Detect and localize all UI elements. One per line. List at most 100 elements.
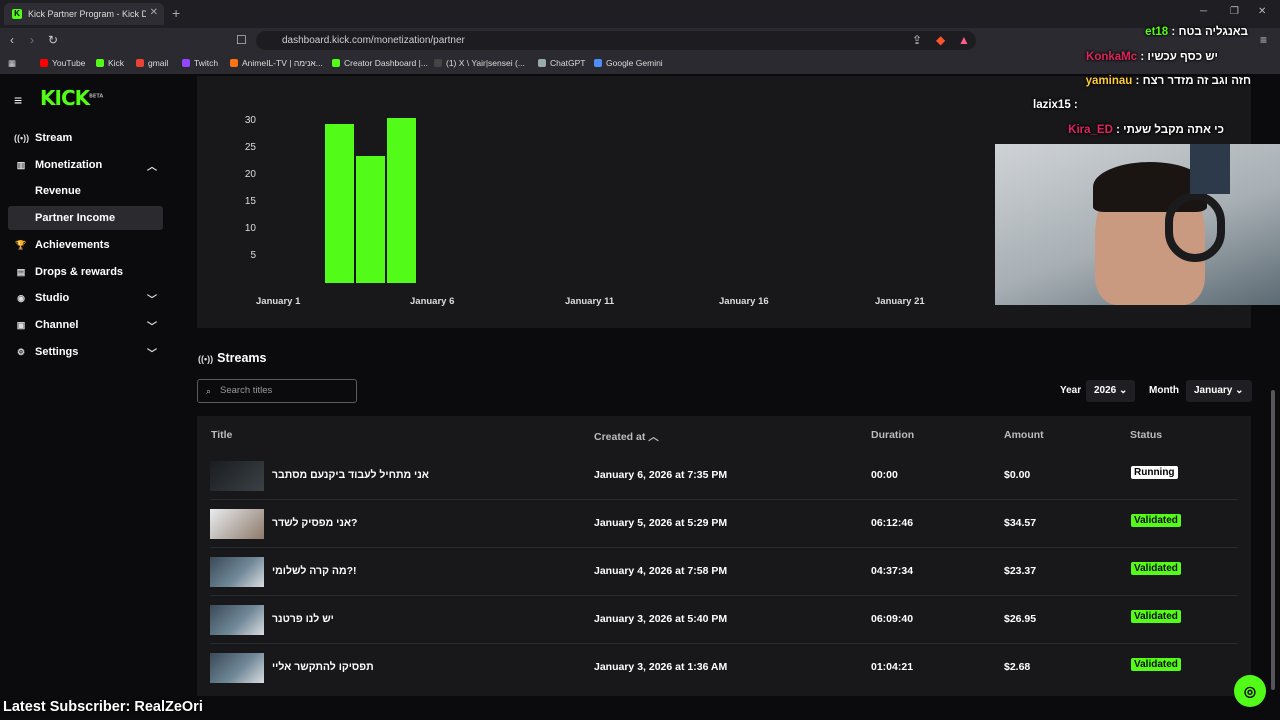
status-badge: Running	[1131, 466, 1178, 479]
sidebar-item-revenue[interactable]: Revenue	[8, 179, 163, 203]
scrollbar-thumb[interactable]	[1271, 390, 1275, 690]
sidebar-item-partner-income[interactable]: Partner Income	[8, 206, 163, 230]
browser-tab-bar: K Kick Partner Program - Kick Dashboard …	[0, 0, 1280, 28]
year-select[interactable]: 2026 ⌄	[1086, 380, 1136, 402]
bookmark-creator-dashboard[interactable]: Creator Dashboard |...	[332, 58, 428, 68]
youtube-icon	[40, 59, 48, 67]
close-tab-icon[interactable]: ✕	[150, 7, 158, 18]
chat-message: et18 : באנגליה בטח	[1145, 26, 1248, 38]
bookmark-icon[interactable]: ☐	[236, 33, 247, 47]
browser-tab[interactable]: K Kick Partner Program - Kick Dashboard …	[4, 3, 164, 25]
rewards-icon[interactable]: ▲	[958, 33, 970, 47]
stream-created-at: January 5, 2026 at 5:29 PM	[594, 517, 728, 529]
table-row[interactable]: אני מפסיק לשדר? January 5, 2026 at 5:29 P…	[197, 500, 1251, 548]
stream-thumbnail[interactable]	[210, 605, 264, 635]
sort-ascending-icon: ︿	[648, 431, 659, 443]
bookmark-label: AnimeIL-TV | אנימה...	[242, 58, 323, 68]
chat-text: יש כסף עכשיו	[1147, 51, 1218, 63]
url-text: dashboard.kick.com/monetization/partner	[282, 35, 465, 46]
bookmark-twitch[interactable]: Twitch	[182, 58, 218, 68]
minimize-icon[interactable]: ─	[1200, 6, 1207, 17]
x-tick-label: January 16	[719, 296, 769, 307]
hamburger-menu-icon[interactable]: ≡	[14, 92, 22, 108]
kick-logo[interactable]: KICKBETA	[40, 86, 103, 110]
stream-title[interactable]: מה קרה לשלומי?!	[272, 565, 357, 577]
chat-message: KonkaMc : יש כסף עכשיו	[1086, 51, 1218, 63]
logo-text: KICK	[40, 86, 90, 110]
stream-thumbnail[interactable]	[210, 653, 264, 683]
column-header-status[interactable]: Status	[1130, 429, 1162, 441]
sidebar-item-settings[interactable]: ⚙ Settings ﹀	[8, 340, 163, 364]
chat-username: Kira_ED	[1068, 124, 1113, 136]
webcam-overlay	[995, 144, 1280, 305]
close-window-icon[interactable]: ✕	[1258, 6, 1266, 17]
share-icon[interactable]: ⇪	[912, 33, 922, 47]
status-badge: Validated	[1131, 514, 1181, 527]
chat-message: lazix15 :	[1033, 99, 1078, 111]
column-header-created[interactable]: Created at ︿	[594, 429, 659, 444]
reload-icon[interactable]: ↻	[48, 33, 58, 47]
trophy-icon: 🏆	[15, 239, 27, 250]
forward-icon[interactable]: ›	[30, 33, 34, 47]
sidebar-item-monetization[interactable]: ▥ Monetization ︿	[8, 153, 163, 177]
bookmark-gmail[interactable]: gmail	[136, 58, 168, 68]
chevron-down-icon: ﹀	[147, 321, 157, 333]
x-tick-label: January 11	[565, 296, 615, 307]
stream-title[interactable]: אני מתחיל לעבוד ביקנעם מסתבר	[272, 469, 429, 481]
bookmark-youtube[interactable]: YouTube	[40, 58, 85, 68]
tab-title: Kick Partner Program - Kick Dashboard	[28, 9, 146, 19]
column-header-duration[interactable]: Duration	[871, 429, 914, 441]
maximize-icon[interactable]: ❐	[1230, 6, 1239, 17]
sidebar-item-drops[interactable]: ▤ Drops & rewards	[8, 260, 163, 284]
sidebar-item-channel[interactable]: ▣ Channel ﹀	[8, 313, 163, 337]
gear-icon: ⚙	[16, 346, 26, 357]
stream-thumbnail[interactable]	[210, 509, 264, 539]
streams-heading-text: Streams	[217, 351, 267, 365]
sidebar-item-stream[interactable]: ((•)) Stream	[8, 126, 163, 150]
column-header-title[interactable]: Title	[211, 429, 232, 441]
chart-bar[interactable]	[356, 156, 385, 283]
bookmark-kick[interactable]: Kick	[96, 58, 124, 68]
bookmark-label: (1) X \ Yair|sensei (...	[446, 58, 525, 68]
new-tab-icon[interactable]: +	[172, 5, 180, 21]
chat-username: lazix15	[1033, 99, 1071, 111]
bookmark-chatgpt[interactable]: ChatGPT	[538, 58, 585, 68]
stream-thumbnail[interactable]	[210, 557, 264, 587]
sidebar-item-studio[interactable]: ◉ Studio ﹀	[8, 286, 163, 310]
chart-bar[interactable]	[387, 118, 416, 283]
apps-icon[interactable]: ▦	[8, 58, 16, 69]
scrollbar[interactable]	[1270, 120, 1276, 690]
stream-amount: $2.68	[1004, 661, 1031, 673]
chart-bar[interactable]	[325, 123, 354, 283]
kick-icon	[96, 59, 104, 67]
year-label: Year	[1060, 385, 1082, 396]
month-select[interactable]: January ⌄	[1186, 380, 1252, 402]
url-field[interactable]: dashboard.kick.com/monetization/partner	[256, 31, 976, 50]
stream-title[interactable]: אני מפסיק לשדר?	[272, 517, 357, 529]
table-row[interactable]: אני מתחיל לעבוד ביקנעם מסתבר January 6, 2…	[197, 452, 1251, 500]
stream-title[interactable]: תפסיקו להתקשר אליי	[272, 661, 374, 673]
table-row[interactable]: יש לנו פרטנר January 3, 2026 at 5:40 PM 06…	[197, 596, 1251, 644]
sidebar-item-label: Stream	[35, 132, 73, 144]
gmail-icon	[136, 59, 144, 67]
table-row[interactable]: תפסיקו להתקשר אליי January 3, 2026 at 1:3…	[197, 644, 1251, 692]
channel-icon: ▣	[16, 319, 26, 330]
x-tick-label: January 1	[256, 296, 301, 307]
brave-shield-icon[interactable]: ◆	[936, 33, 945, 47]
bookmark-animeil[interactable]: AnimeIL-TV | אנימה...	[230, 58, 323, 68]
bookmark-x[interactable]: (1) X \ Yair|sensei (...	[434, 58, 525, 68]
bookmark-gemini[interactable]: Google Gemini	[594, 58, 663, 68]
kick-favicon-icon: K	[12, 9, 22, 19]
column-header-amount[interactable]: Amount	[1004, 429, 1044, 441]
stream-amount: $26.95	[1004, 613, 1037, 625]
menu-icon[interactable]: ≡	[1260, 33, 1267, 47]
search-input[interactable]: ⌕ Search titles	[197, 379, 357, 403]
sidebar-item-achievements[interactable]: 🏆 Achievements	[8, 233, 163, 257]
support-chat-icon[interactable]: ◎	[1234, 675, 1266, 707]
chatgpt-icon	[538, 59, 546, 67]
table-row[interactable]: מה קרה לשלומי?! January 4, 2026 at 7:58 P…	[197, 548, 1251, 596]
stream-duration: 06:09:40	[871, 613, 914, 625]
back-icon[interactable]: ‹	[10, 33, 14, 47]
stream-thumbnail[interactable]	[210, 461, 264, 491]
stream-title[interactable]: יש לנו פרטנר	[272, 613, 334, 625]
